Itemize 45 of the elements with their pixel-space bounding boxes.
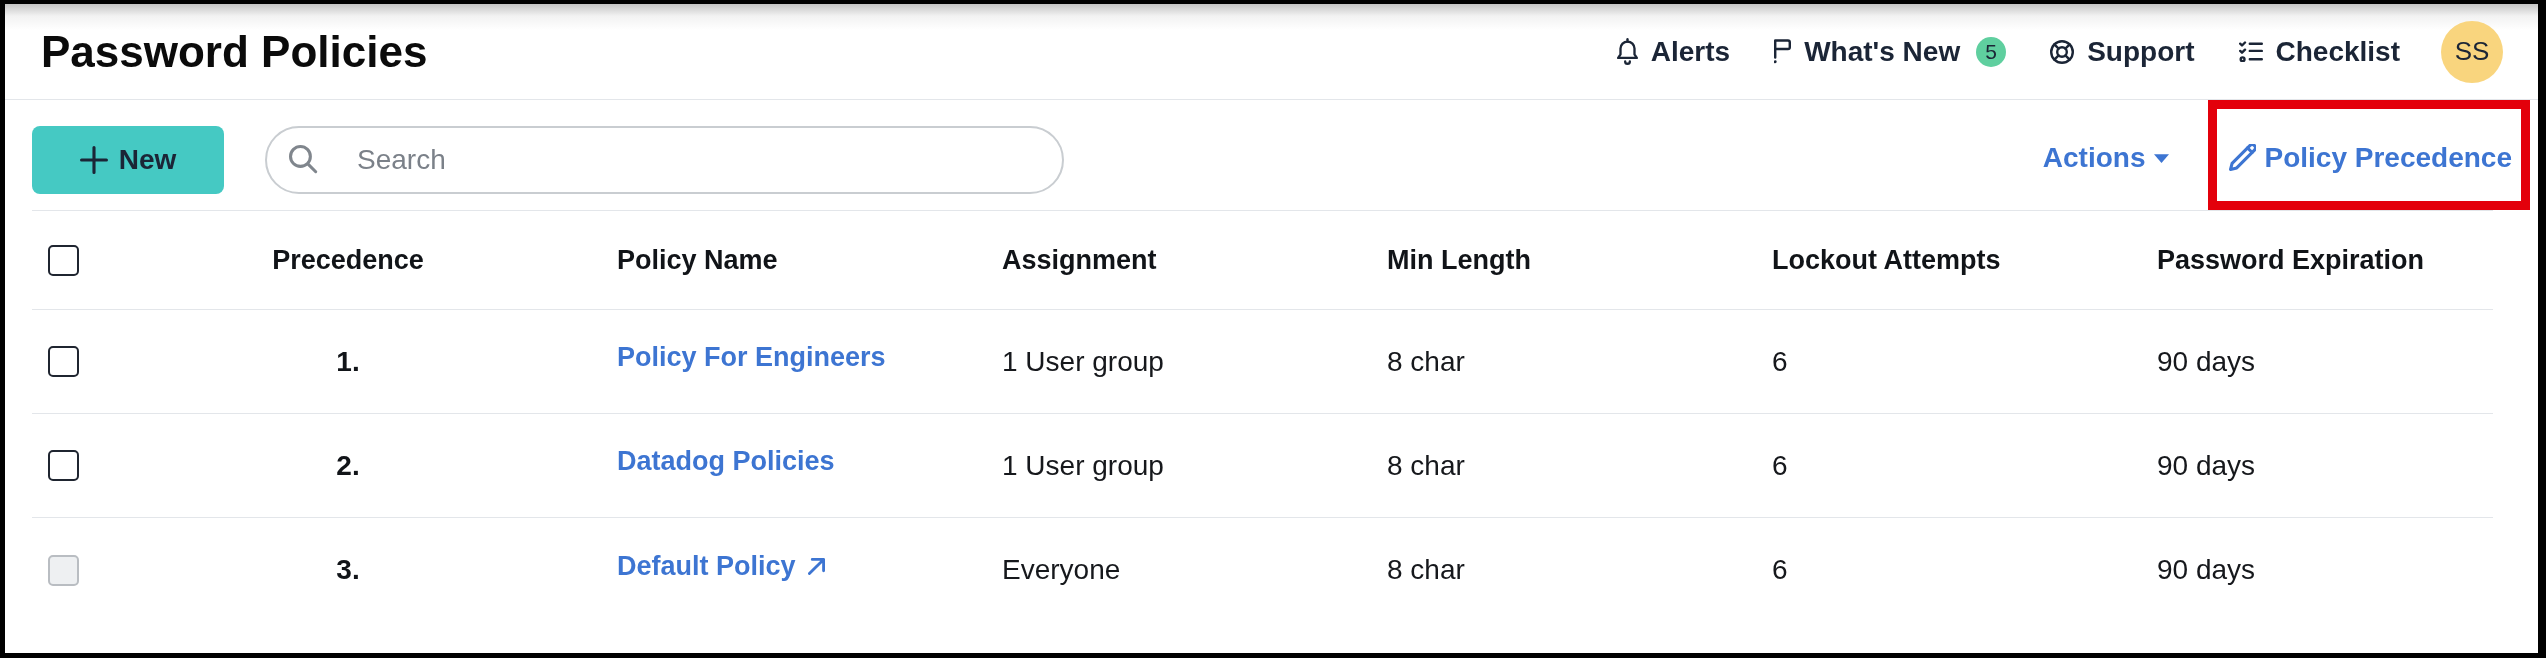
search-field[interactable]: Search [265,126,1064,194]
checkbox[interactable] [48,244,79,276]
precedence-number: 2. [336,451,360,480]
table-cell: 8 char [1387,451,1465,480]
table-cell: 90 days [2157,347,2256,376]
column-header: Min Length [1387,246,1531,274]
table-cell: 6 [1772,556,1788,584]
policy-precedence-button[interactable]: Policy Precedence [2228,143,2512,172]
nav-link[interactable]: Alerts [1616,37,1731,66]
checklist-icon [2238,41,2263,62]
policy-link[interactable]: Datadog Policies [617,448,835,475]
table-cell: 1 User group [1002,451,1164,480]
table-cell: 90 days [2157,451,2256,480]
precedence-number: 1. [336,347,360,376]
count-badge: 5 [1976,36,2007,67]
table-cell: 6 [1772,451,1788,480]
nav-link[interactable]: What's New 5 [1774,36,2007,67]
pencil-icon [2228,144,2256,171]
lifebuoy-icon [2050,39,2075,64]
nav-link[interactable]: Checklist [2238,37,2400,66]
table-cell: 8 char [1387,347,1465,376]
column-header: Assignment [1002,246,1157,274]
plus-icon [79,146,108,174]
policy-link[interactable]: Policy For Engineers [617,344,886,371]
flag-icon [1774,39,1792,64]
checkbox[interactable] [48,346,79,377]
bell-icon [1616,38,1638,65]
new-button[interactable]: New [32,126,224,194]
column-header: Policy Name [617,246,778,274]
checkbox[interactable] [48,450,79,481]
search-icon [289,145,318,174]
table-cell: 1 User group [1002,347,1164,376]
actions-dropdown[interactable]: Actions [2042,144,2169,172]
column-header: Lockout Attempts [1772,246,2001,274]
page-title: Password Policies [41,29,428,74]
caret-down-icon [2153,153,2169,163]
precedence-number: 3. [336,556,360,584]
user-avatar[interactable]: SS [2441,20,2503,83]
table-cell: 8 char [1387,556,1465,584]
table-cell: Everyone [1002,556,1121,584]
nav-link[interactable]: Support [2050,37,2195,66]
column-header: Precedence [272,246,424,274]
column-header: Password Expiration [2157,246,2425,274]
table-cell: 90 days [2157,556,2256,584]
table-cell: 6 [1772,347,1788,376]
